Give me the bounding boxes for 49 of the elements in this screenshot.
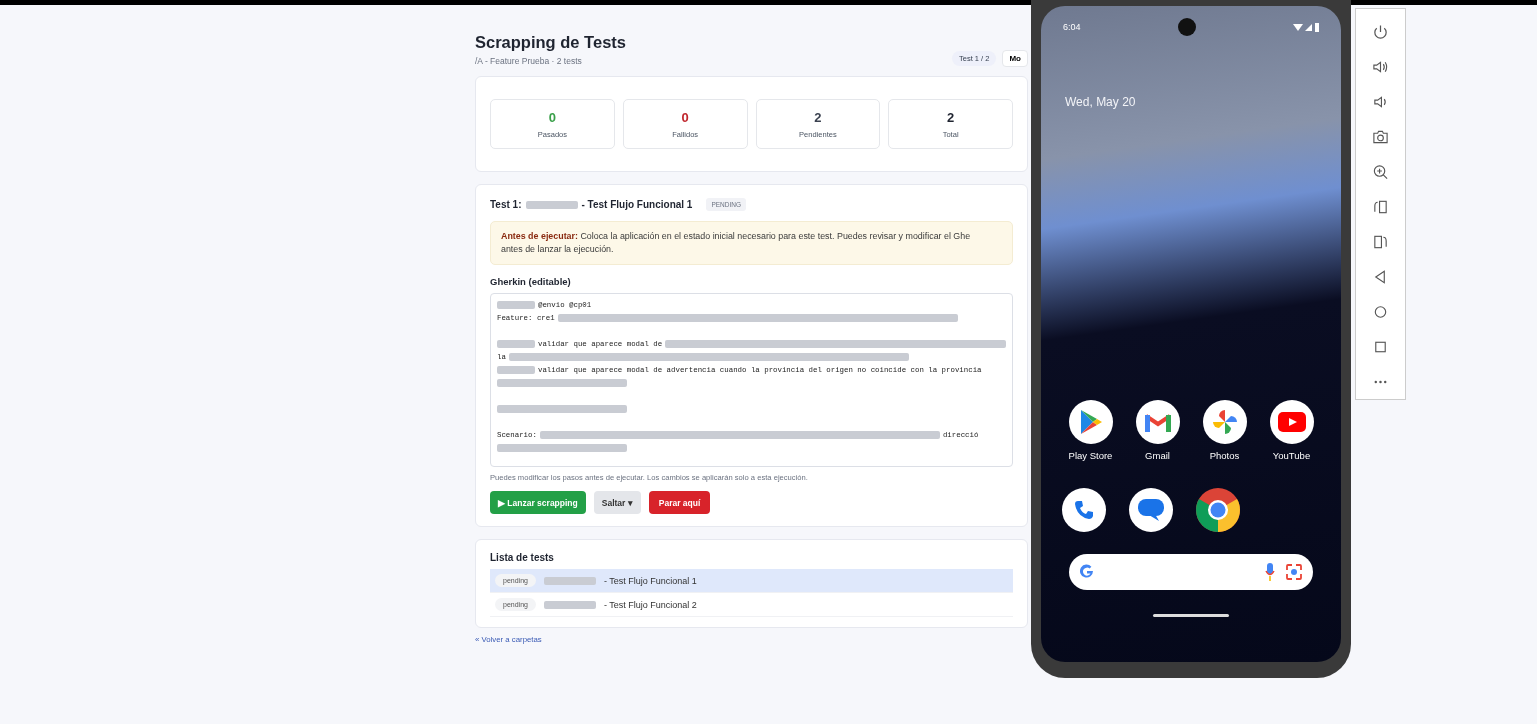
camera-hole-icon	[1177, 18, 1196, 36]
blurred-text	[543, 600, 596, 609]
video-play-icon[interactable]	[1277, 412, 1306, 432]
rotate-left-icon[interactable]	[1372, 198, 1389, 216]
stat-value: 0	[548, 109, 556, 125]
page-title: Scrapping de Tests	[475, 33, 626, 52]
browser-circle-icon[interactable]	[1195, 488, 1240, 532]
blurred-text	[497, 300, 535, 309]
status-time: 6:04	[1063, 22, 1081, 32]
power-icon[interactable]	[1372, 23, 1389, 41]
blurred-text	[497, 365, 535, 374]
pinwheel-icon[interactable]	[1210, 408, 1239, 436]
chat-bubble-icon[interactable]	[1136, 497, 1165, 523]
stop-button[interactable]: Parar aquí	[648, 491, 711, 514]
volume-down-icon[interactable]	[1372, 93, 1389, 111]
g-letter-icon	[1079, 564, 1095, 580]
test-name: - Test Flujo Funcional 2	[603, 599, 697, 610]
list-title: Lista de tests	[490, 552, 555, 563]
skip-dropdown-button[interactable]: Saltar ▾	[593, 491, 641, 514]
signal-battery-icon	[1293, 22, 1319, 32]
blurred-text	[497, 339, 535, 348]
lens-camera-icon[interactable]	[1285, 563, 1303, 581]
test-name: - Test Flujo Funcional 1	[581, 199, 693, 210]
app-label[interactable]: Photos	[1209, 450, 1240, 461]
stat-value: 0	[681, 109, 689, 125]
microphone-icon[interactable]	[1265, 563, 1275, 581]
blurred-text	[543, 576, 596, 585]
envelope-m-icon[interactable]	[1144, 412, 1171, 432]
header-button[interactable]: Mo	[1002, 50, 1028, 67]
volume-up-icon[interactable]	[1372, 58, 1389, 76]
stat-value: 2	[947, 109, 955, 125]
page-subtitle: /A - Feature Prueba · 2 tests	[475, 56, 583, 66]
camera-icon[interactable]	[1372, 128, 1389, 146]
app-label[interactable]: YouTube	[1272, 450, 1311, 461]
rotate-right-icon[interactable]	[1372, 233, 1389, 251]
zoom-in-icon[interactable]	[1372, 163, 1389, 181]
test-number: Test 1:	[490, 199, 522, 210]
stat-value: 2	[814, 109, 822, 125]
app-label[interactable]: Gmail	[1145, 450, 1170, 461]
warning-notice: Antes de ejecutar: Coloca la aplicación en el estado inicial necesario para este test. Puedes revisar y modificar el Ghe antes de lanzar la ejecución.	[490, 221, 1013, 265]
lock-date: Wed, May 20	[1065, 95, 1136, 109]
test-name: - Test Flujo Funcional 1	[603, 575, 697, 586]
app-label[interactable]: Play Store	[1068, 450, 1113, 461]
blurred-text	[525, 200, 578, 209]
search-bar[interactable]	[1069, 554, 1313, 590]
phone-icon[interactable]	[1072, 499, 1095, 521]
home-icon[interactable]	[1372, 303, 1389, 321]
editor-label: Gherkin (editable)	[490, 276, 572, 287]
play-triangle-icon[interactable]	[1078, 409, 1103, 435]
